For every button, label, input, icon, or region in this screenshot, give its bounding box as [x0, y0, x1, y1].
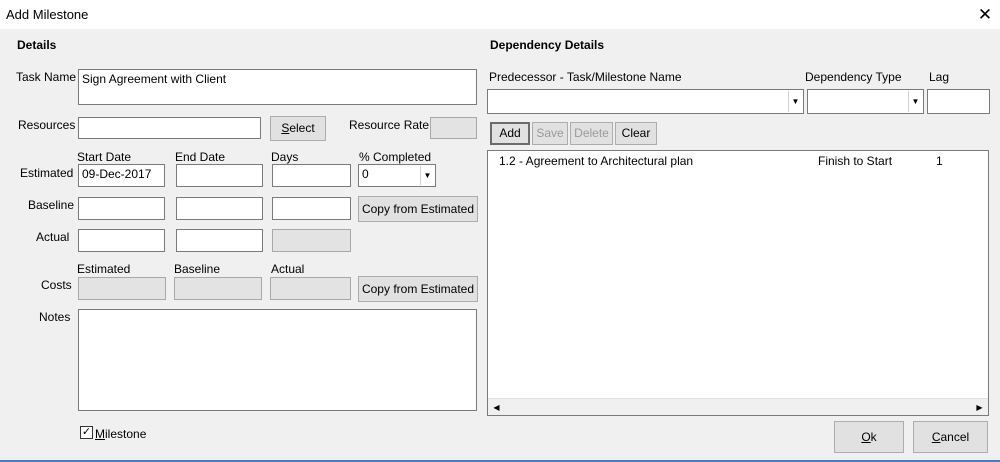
chevron-down-icon[interactable]: ▼	[788, 91, 802, 112]
dependency-heading: Dependency Details	[490, 38, 605, 52]
milestone-checkbox[interactable]: ✓	[80, 426, 93, 439]
scroll-left-icon[interactable]: ◀	[488, 399, 505, 415]
col-start-date: Start Date	[77, 150, 132, 164]
estimated-label: Estimated	[20, 166, 74, 180]
estimated-start-date[interactable]: 09-Dec-2017	[78, 164, 165, 187]
resources-label: Resources	[18, 118, 76, 132]
horizontal-scrollbar[interactable]: ◀ ▶	[488, 398, 988, 415]
ok-button[interactable]: Ok	[834, 421, 904, 453]
resources-field[interactable]	[78, 117, 261, 139]
cost-col-actual: Actual	[271, 262, 305, 276]
predecessor-dropdown[interactable]: ▼	[487, 89, 804, 114]
actual-start-date[interactable]	[78, 229, 165, 252]
cost-actual-field	[270, 277, 351, 300]
scroll-right-icon[interactable]: ▶	[971, 399, 988, 415]
dependency-type-dropdown[interactable]: ▼	[807, 89, 924, 114]
dependency-name: 1.2 - Agreement to Architectural plan	[499, 154, 694, 168]
delete-dependency-button[interactable]: Delete	[570, 122, 613, 145]
task-name-value: Sign Agreement with Client	[82, 72, 227, 86]
col-pct-completed: % Completed	[359, 150, 432, 164]
dependency-type-label: Dependency Type	[805, 70, 902, 84]
estimated-days[interactable]	[272, 164, 351, 187]
estimated-end-date[interactable]	[176, 164, 263, 187]
notes-label: Notes	[39, 310, 71, 324]
task-name-label: Task Name	[16, 70, 77, 84]
lag-label: Lag	[929, 70, 950, 84]
window-title: Add Milestone	[6, 7, 89, 22]
cancel-button[interactable]: Cancel	[913, 421, 988, 453]
chevron-down-icon[interactable]: ▼	[908, 91, 922, 112]
list-item[interactable]: 1.2 - Agreement to Architectural plan Fi…	[488, 153, 988, 169]
milestone-label[interactable]: Milestone	[95, 427, 146, 441]
cost-col-estimated: Estimated	[77, 262, 131, 276]
resource-rate-field	[430, 117, 477, 139]
save-dependency-button[interactable]: Save	[532, 122, 568, 145]
copy-costs-from-estimated-button[interactable]: Copy from Estimated	[358, 276, 478, 302]
actual-end-date[interactable]	[176, 229, 263, 252]
close-icon[interactable]: ✕	[970, 0, 1000, 29]
resource-rate-label: Resource Rate	[349, 118, 430, 132]
actual-days	[272, 229, 351, 252]
title-bar: Add Milestone ✕	[0, 0, 1000, 29]
dependency-type: Finish to Start	[818, 154, 893, 168]
pct-completed-dropdown[interactable]: 0 ▼	[358, 164, 436, 187]
cost-estimated-field	[78, 277, 166, 300]
cost-baseline-field	[174, 277, 262, 300]
dependency-lag: 1	[936, 154, 943, 168]
task-name-field[interactable]: Sign Agreement with Client	[78, 69, 477, 105]
details-heading: Details	[17, 38, 57, 52]
col-days: Days	[271, 150, 299, 164]
cost-col-baseline: Baseline	[174, 262, 221, 276]
chevron-down-icon[interactable]: ▼	[420, 166, 434, 185]
col-end-date: End Date	[175, 150, 226, 164]
select-resources-button[interactable]: Select	[270, 116, 326, 141]
notes-textarea[interactable]	[78, 309, 477, 411]
baseline-days[interactable]	[272, 197, 351, 220]
baseline-end-date[interactable]	[176, 197, 263, 220]
actual-label: Actual	[36, 230, 70, 244]
baseline-label: Baseline	[28, 198, 75, 212]
lag-field[interactable]	[927, 89, 990, 114]
predecessor-label: Predecessor - Task/Milestone Name	[489, 70, 682, 84]
clear-dependency-button[interactable]: Clear	[615, 122, 657, 145]
costs-label: Costs	[41, 278, 72, 292]
add-dependency-button[interactable]: Add	[490, 122, 530, 145]
baseline-start-date[interactable]	[78, 197, 165, 220]
copy-from-estimated-button[interactable]: Copy from Estimated	[358, 196, 478, 222]
dependency-list[interactable]: 1.2 - Agreement to Architectural plan Fi…	[487, 150, 989, 416]
